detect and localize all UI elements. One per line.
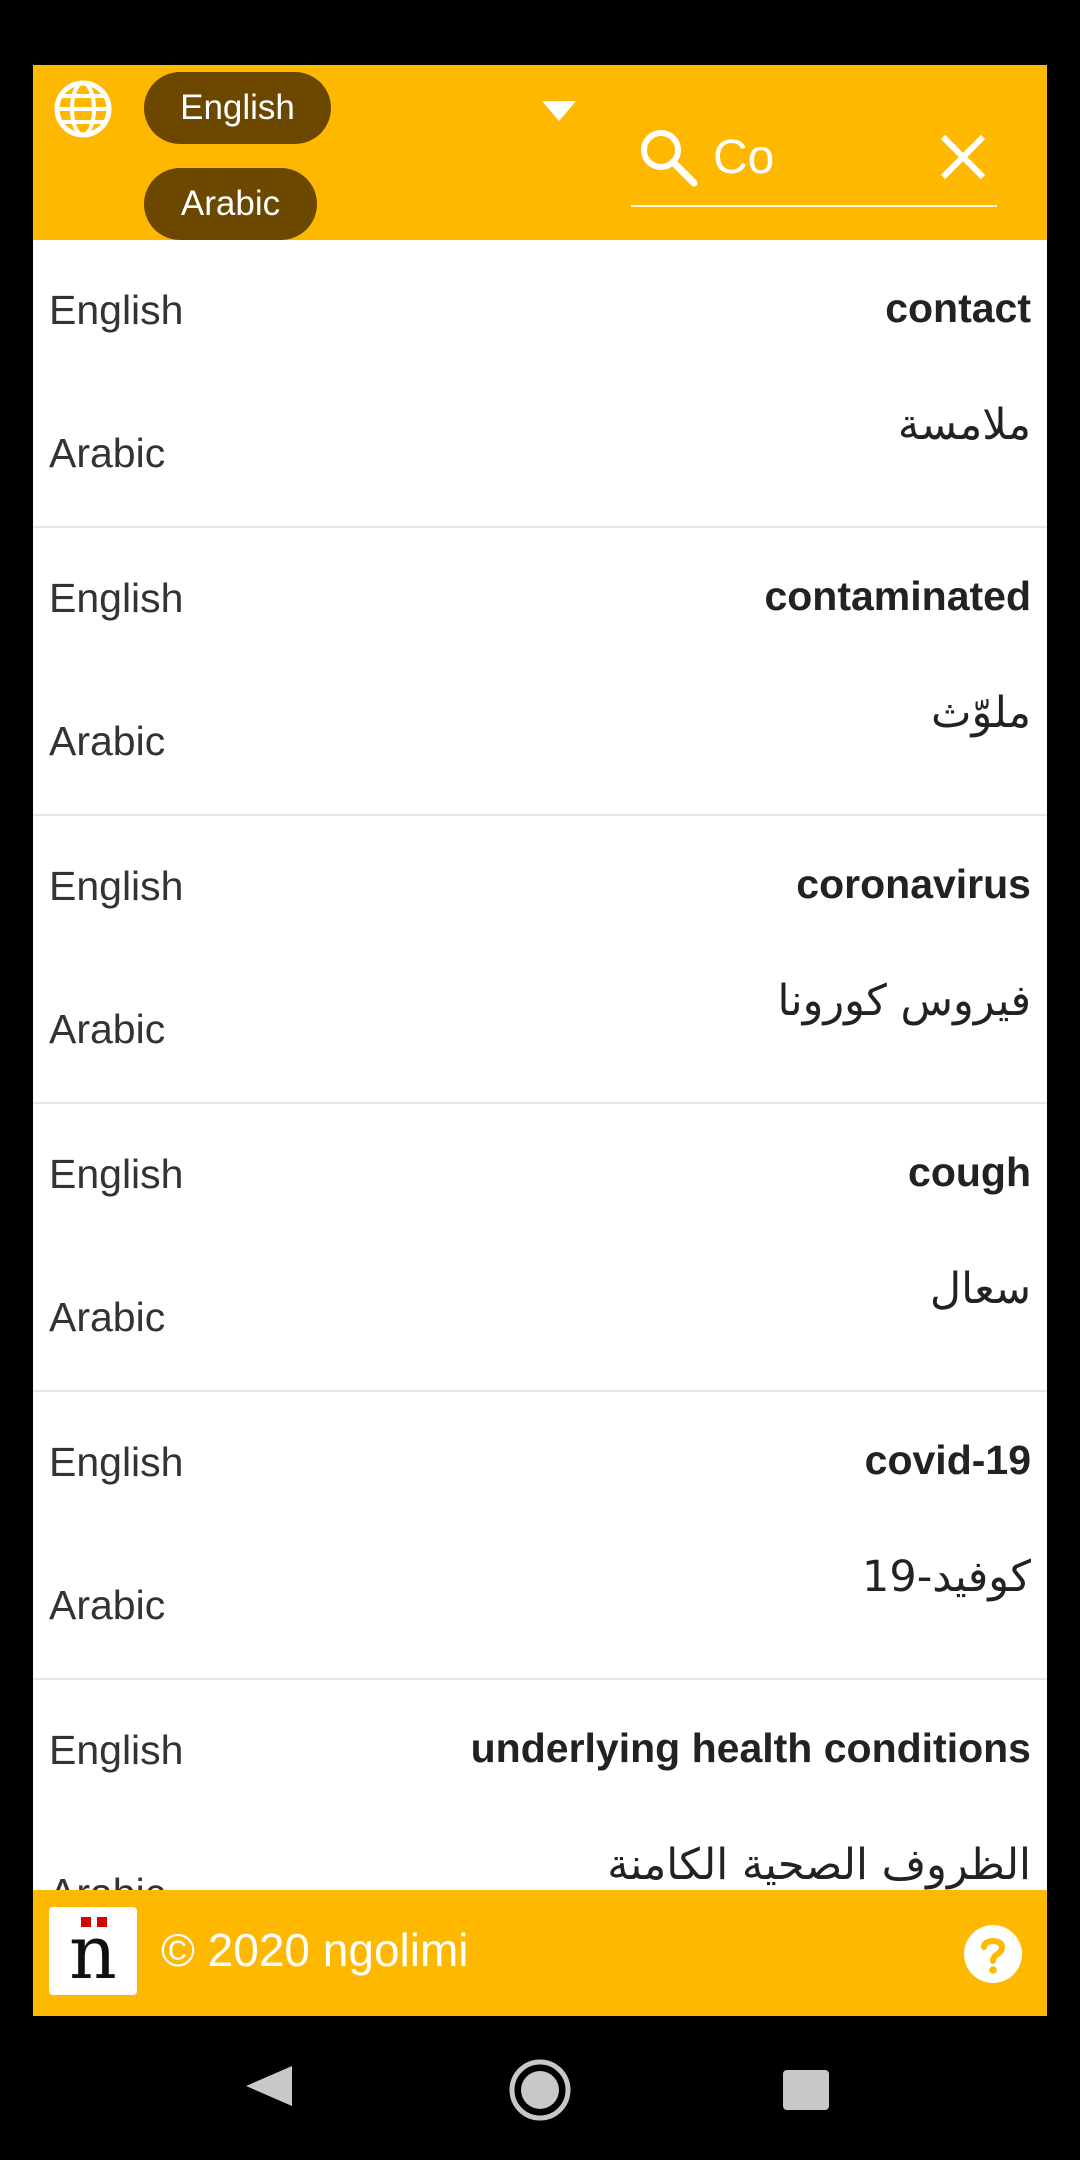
list-item[interactable]: English contaminated Arabic ملوّث <box>33 528 1047 816</box>
logo-letter: n <box>69 1910 117 1995</box>
home-icon[interactable] <box>508 2058 572 2122</box>
target-term: فيروس كورونا <box>777 976 1031 1026</box>
source-term: underlying health conditions <box>470 1725 1031 1771</box>
search-underline <box>631 205 997 207</box>
target-language-label: Arabic <box>49 1870 165 1890</box>
system-navigation-bar <box>0 2016 1080 2160</box>
target-language-label: Arabic <box>49 1006 166 1052</box>
source-language-label: English <box>49 863 184 909</box>
header-bar: English Arabic <box>33 65 1047 240</box>
source-term: contaminated <box>764 573 1031 619</box>
target-term: الظروف الصحية الكامنة <box>607 1840 1031 1890</box>
target-term: ملامسة <box>897 400 1031 450</box>
help-icon[interactable] <box>963 1924 1023 1984</box>
target-language-label: Arabic <box>49 1582 166 1628</box>
source-term: coronavirus <box>796 861 1031 907</box>
source-language-label: English <box>49 1727 184 1773</box>
logo-dot <box>81 1917 91 1927</box>
recents-icon[interactable] <box>783 2070 829 2110</box>
copyright-text: © 2020 ngolimi <box>161 1924 469 1976</box>
back-icon[interactable] <box>246 2066 292 2106</box>
target-term: ملوّث <box>931 688 1031 738</box>
target-language-label: Arabic <box>49 718 166 764</box>
list-item[interactable]: English underlying health conditions Ara… <box>33 1680 1047 1890</box>
caret-down-icon[interactable] <box>542 101 576 123</box>
search-input[interactable] <box>713 127 913 187</box>
list-item[interactable]: English contact Arabic ملامسة <box>33 240 1047 528</box>
target-term: سعال <box>929 1264 1031 1314</box>
target-term: كوفيد-19 <box>861 1552 1031 1602</box>
app-window: English Arabic English contact Arabic مل… <box>33 65 1047 2016</box>
close-icon[interactable] <box>933 127 993 187</box>
source-language-chip[interactable]: English <box>144 72 331 144</box>
source-term: cough <box>908 1149 1031 1195</box>
target-language-label: Arabic <box>49 430 166 476</box>
ngolimi-logo[interactable]: n <box>49 1907 137 1995</box>
source-language-label: English <box>49 575 184 621</box>
list-item[interactable]: English cough Arabic سعال <box>33 1104 1047 1392</box>
search-icon <box>641 130 698 187</box>
globe-icon[interactable] <box>51 77 115 141</box>
results-list[interactable]: English contact Arabic ملامسة English co… <box>33 240 1047 1890</box>
target-language-chip[interactable]: Arabic <box>144 168 317 240</box>
source-language-label: English <box>49 287 184 333</box>
logo-dot <box>97 1917 107 1927</box>
list-item[interactable]: English coronavirus Arabic فيروس كورونا <box>33 816 1047 1104</box>
source-term: contact <box>885 285 1031 331</box>
list-item[interactable]: English covid-19 Arabic كوفيد-19 <box>33 1392 1047 1680</box>
source-language-label: English <box>49 1439 184 1485</box>
footer-bar: n © 2020 ngolimi <box>33 1890 1047 2016</box>
target-language-label: Arabic <box>49 1294 166 1340</box>
source-term: covid-19 <box>864 1437 1031 1483</box>
source-language-label: English <box>49 1151 184 1197</box>
